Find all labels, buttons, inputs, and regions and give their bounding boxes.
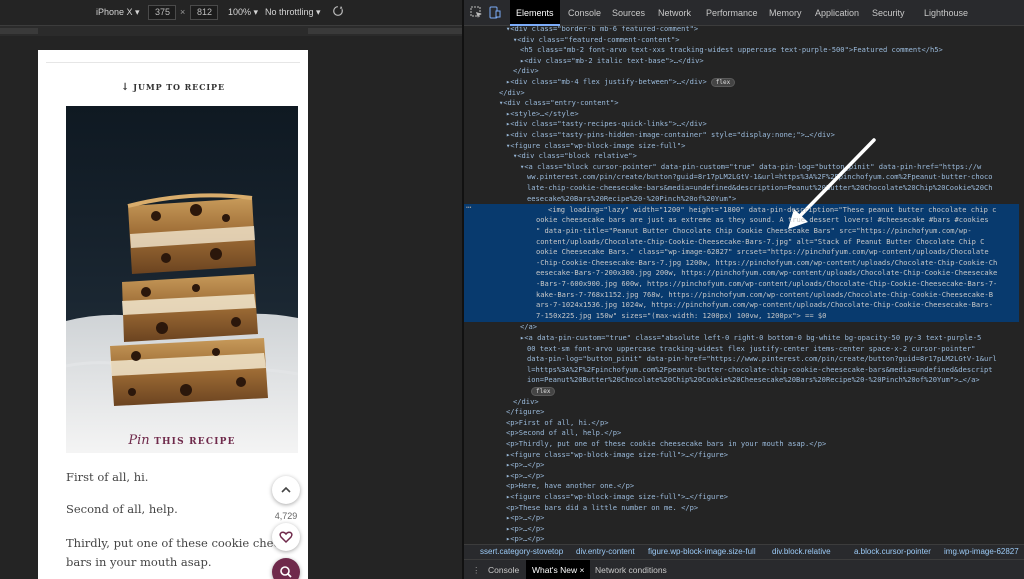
inspect-element-icon[interactable] (470, 6, 483, 19)
paragraph-1: First of all, hi. (66, 470, 149, 484)
paragraph-3-line-1: Thirdly, put one of these cookie cheesec… (66, 536, 278, 550)
drawer-tab-whats-new[interactable]: What's New × (526, 560, 591, 579)
favorite-button[interactable] (272, 523, 300, 551)
selected-node-line: <img loading="lazy" width="1200" height=… (548, 204, 997, 214)
tab-memory[interactable]: Memory (769, 0, 802, 26)
height-input[interactable]: 812 (190, 5, 218, 20)
device-select[interactable]: iPhone X ▾ (96, 7, 140, 18)
breadcrumb: ssert.category-stovetop div.entry-content… (464, 544, 1024, 559)
zoom-value: 100% (228, 7, 252, 17)
selected-node-line: ars-7-1024x1536.jpg 1024w, https://pinch… (536, 300, 993, 310)
selected-node-line: -Chip-Cookie-Cheesecake-Bars-7.jpg 1200w… (536, 257, 998, 267)
rotate-icon[interactable] (332, 5, 344, 19)
breadcrumb-item[interactable]: a.block.cursor-pointer (854, 547, 931, 556)
tab-sources[interactable]: Sources (612, 0, 645, 26)
throttling-value: No throttling (265, 7, 314, 17)
breadcrumb-item[interactable]: img.wp-image-62827 (944, 547, 1019, 556)
jump-to-recipe-link[interactable]: ↓ JUMP TO RECIPE (38, 82, 308, 93)
breadcrumb-item[interactable]: ssert.category-stovetop (480, 547, 563, 556)
devtools-panel: Elements Console Sources Network Perform… (464, 0, 1024, 579)
breadcrumb-item[interactable]: div.entry-content (576, 547, 635, 556)
tab-security[interactable]: Security (872, 0, 905, 26)
drawer-tab-network-conditions[interactable]: Network conditions (595, 560, 667, 579)
tab-console[interactable]: Console (568, 0, 601, 26)
device-toggle-icon[interactable] (488, 6, 501, 19)
device-toolbar: iPhone X ▾ 375 × 812 100% ▾ No throttlin… (0, 0, 462, 26)
selected-node-line: 7-150x225.jpg 150w" sizes="(max-width: 1… (536, 310, 827, 320)
selected-node-line: ookie Cheesecake Bars." class="wp-image-… (536, 247, 989, 257)
dimension-separator: × (180, 7, 186, 17)
width-input[interactable]: 375 (148, 5, 176, 20)
selected-node-line: content/uploads/Chocolate-Chip-Cookie-Ch… (536, 236, 985, 246)
arrow-down-icon: ↓ (121, 82, 131, 93)
paragraph-3: Thirdly, put one of these cookie cheesec… (66, 534, 278, 572)
recipe-image[interactable] (66, 106, 298, 453)
paragraph-3-line-2: bars in your mouth asap. (66, 555, 212, 569)
scroll-to-top-button[interactable] (272, 476, 300, 504)
selected-node-line: " data-pin-title="Peanut Butter Chocolat… (536, 225, 972, 235)
save-count: 4,729 (274, 511, 298, 521)
selected-node-line: -Bars-7-600x900.jpg 600w, https://pincho… (536, 278, 998, 288)
breadcrumb-item[interactable]: figure.wp-block-image.size-full (648, 547, 756, 556)
drawer-tab-bar: ⋮ Console What's New × Network condition… (464, 559, 1024, 579)
close-icon[interactable]: × (579, 565, 584, 575)
selected-node-line: kake-Bars-7-768x1152.jpg 768w, https://p… (536, 289, 993, 299)
device-name: iPhone X (96, 7, 133, 17)
pin-this-recipe-label: THIS RECIPE (154, 437, 236, 447)
drawer-tab-whats-new-label: What's New (532, 565, 578, 575)
elements-tree[interactable]: ▾<div class="border-b mb-6 featured-comm… (464, 26, 1024, 544)
jump-to-recipe-label: JUMP TO RECIPE (133, 82, 225, 92)
tab-performance[interactable]: Performance (706, 0, 758, 26)
devtools-tab-bar: Elements Console Sources Network Perform… (464, 0, 1024, 26)
divider (46, 62, 300, 63)
tab-network[interactable]: Network (658, 0, 691, 26)
pin-this-recipe-button[interactable]: Pin THIS RECIPE (66, 427, 298, 453)
tab-lighthouse[interactable]: Lighthouse (924, 0, 968, 26)
breadcrumb-item[interactable]: div.block.relative (772, 547, 831, 556)
device-emulation-panel: iPhone X ▾ 375 × 812 100% ▾ No throttlin… (0, 0, 462, 579)
drawer-tab-console[interactable]: Console (488, 560, 519, 579)
selected-node-line: ookie cheesecake bars are just as extrem… (536, 215, 989, 225)
page-viewport[interactable]: ↓ JUMP TO RECIPE Pin THIS RECIPE First o… (38, 50, 308, 579)
selected-node-line: eesecake-Bars-7-200x300.jpg 200w, https:… (536, 268, 998, 278)
tab-elements[interactable]: Elements (510, 0, 560, 26)
paragraph-2: Second of all, help. (66, 502, 178, 516)
media-query-bar (0, 26, 462, 36)
throttling-select[interactable]: No throttling ▾ (265, 7, 321, 18)
zoom-select[interactable]: 100% ▾ (228, 7, 258, 18)
search-icon (280, 566, 292, 578)
search-button[interactable] (272, 558, 300, 579)
tab-application[interactable]: Application (815, 0, 859, 26)
heart-icon (279, 531, 293, 544)
chevron-up-icon (281, 486, 291, 493)
pin-label: Pin (128, 433, 150, 448)
drawer-menu-icon[interactable]: ⋮ (472, 560, 481, 579)
